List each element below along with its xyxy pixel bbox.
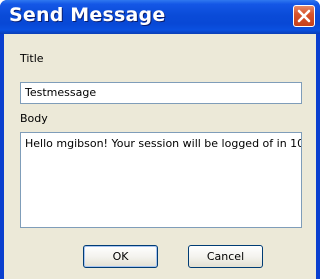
title-bar[interactable]: Send Message (0, 0, 320, 34)
dialog-content: Title Testmessage Body Hello mgibson! Yo… (4, 34, 316, 279)
body-textarea[interactable]: Hello mgibson! Your session will be logg… (20, 132, 302, 228)
close-button[interactable] (293, 5, 315, 27)
title-input[interactable]: Testmessage (20, 82, 302, 104)
cancel-button[interactable]: Cancel (188, 245, 263, 268)
close-icon (297, 9, 311, 23)
send-message-dialog: Send Message Title Testmessage Body Hell… (0, 0, 320, 279)
body-label: Body (20, 112, 48, 125)
window-title: Send Message (9, 4, 166, 26)
title-label: Title (20, 52, 44, 65)
ok-button[interactable]: OK (83, 245, 158, 268)
